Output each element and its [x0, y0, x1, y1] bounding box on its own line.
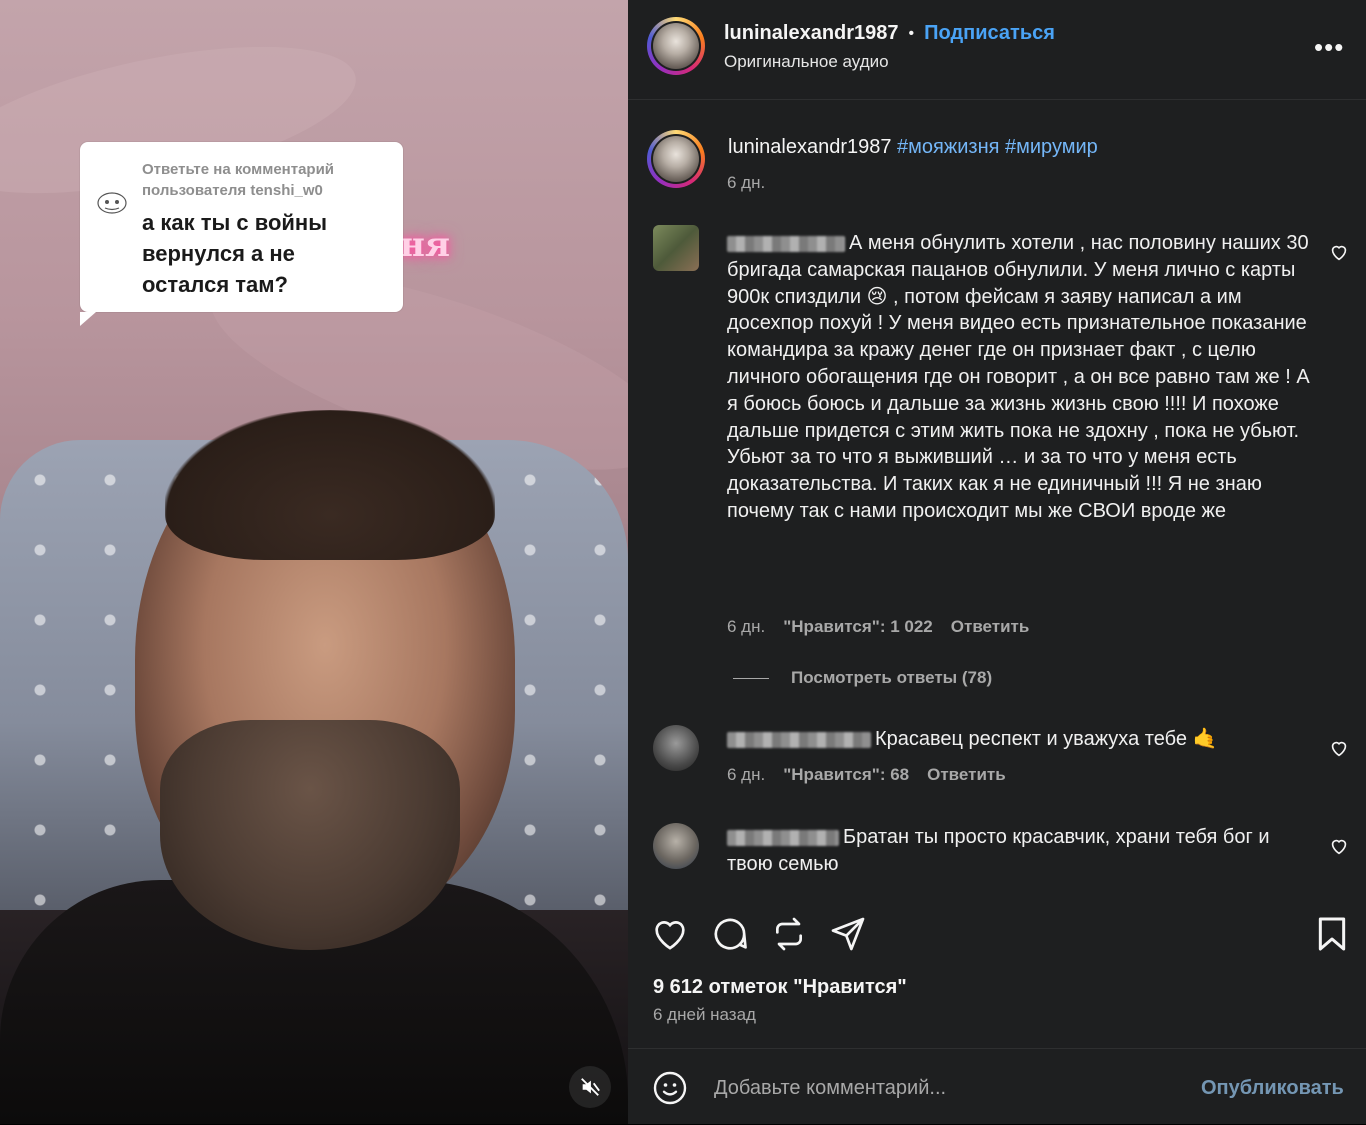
comment-icon[interactable] [710, 914, 750, 954]
view-replies-button[interactable]: Посмотреть ответы (78) [733, 668, 992, 688]
comment-text: Красавец респект и уважуха тебе 🤙 [875, 728, 1218, 750]
comment-likes[interactable]: "Нравится": 68 [783, 765, 909, 785]
speaker-muted-icon [581, 1078, 600, 1096]
video-beard [160, 720, 460, 950]
avatar-photo [653, 136, 699, 182]
post-header: luninalexandr1987 • Подписаться Оригинал… [628, 0, 1366, 100]
reply-sticker-question: а как ты с войны вернулся а не остался т… [142, 210, 328, 297]
likes-count[interactable]: 9 612 отметок "Нравится" [653, 976, 907, 999]
post-date: 6 дней назад [653, 1005, 756, 1024]
reply-button[interactable]: Ответить [927, 765, 1006, 785]
comment-1: А меня обнулить хотели , нас половину на… [727, 230, 1317, 525]
view-replies-label: Посмотреть ответы (78) [791, 668, 993, 687]
caption-hashtags[interactable]: #мояжизня #мирумир [897, 136, 1098, 158]
publish-button[interactable]: Опубликовать [1201, 1077, 1344, 1100]
like-comment-icon[interactable] [1328, 241, 1350, 263]
follow-button[interactable]: Подписаться [924, 22, 1055, 45]
comment-input[interactable] [712, 1069, 1176, 1107]
reply-sticker-header: Ответьте на комментарий пользователя ten… [142, 161, 335, 199]
comment-avatar[interactable] [653, 225, 699, 271]
caption-time: 6 дн. [727, 173, 766, 192]
separator-dot: • [908, 24, 915, 42]
comment-username-blurred[interactable] [727, 235, 845, 252]
repost-icon[interactable] [769, 914, 809, 954]
video-player[interactable]: ня Ответьте на комментарий пользователя … [0, 0, 628, 1124]
comment-2: Красавец респект и уважуха тебе 🤙 [727, 726, 1317, 753]
comment-2-meta: 6 дн. "Нравится": 68 Ответить [727, 765, 1006, 785]
mute-button[interactable] [569, 1066, 611, 1108]
bookmark-icon[interactable] [1312, 914, 1352, 954]
author-avatar[interactable] [647, 17, 705, 75]
like-comment-icon[interactable] [1328, 737, 1350, 759]
comment-3: Братан ты просто красавчик, храни тебя б… [727, 824, 1317, 878]
author-username[interactable]: luninalexandr1987 [724, 22, 899, 45]
post-caption: luninalexandr1987 #мояжизня #мирумир [728, 136, 1098, 159]
post-panel: luninalexandr1987 • Подписаться Оригинал… [628, 0, 1366, 1124]
comment-avatar[interactable] [653, 725, 699, 771]
neon-sign: ня [400, 225, 451, 265]
reply-button[interactable]: Ответить [951, 617, 1030, 637]
comment-likes[interactable]: "Нравится": 1 022 [783, 617, 933, 637]
share-icon[interactable] [828, 914, 868, 954]
reply-sticker: Ответьте на комментарий пользователя ten… [80, 142, 403, 326]
avatar-doodle-icon [97, 192, 127, 214]
like-comment-icon[interactable] [1328, 835, 1350, 857]
comment-time: 6 дн. [727, 765, 766, 784]
comment-time: 6 дн. [727, 617, 766, 636]
comment-username-blurred[interactable] [727, 829, 839, 846]
comment-text: А меня обнулить хотели , нас половину на… [727, 232, 1310, 522]
more-options-icon[interactable]: ••• [1314, 32, 1344, 63]
comment-1-meta: 6 дн. "Нравится": 1 022 Ответить [727, 617, 1029, 637]
replies-line [733, 677, 769, 679]
like-icon[interactable] [650, 914, 690, 954]
action-bar [628, 900, 1366, 970]
audio-label[interactable]: Оригинальное аудио [724, 52, 889, 72]
video-hair [165, 410, 495, 560]
caption-avatar[interactable] [647, 130, 705, 188]
comment-composer: Опубликовать [628, 1048, 1366, 1125]
caption-username[interactable]: luninalexandr1987 [728, 136, 891, 158]
comment-avatar[interactable] [653, 823, 699, 869]
comment-username-blurred[interactable] [727, 731, 871, 748]
avatar-photo [653, 23, 699, 69]
emoji-icon[interactable] [652, 1070, 688, 1106]
